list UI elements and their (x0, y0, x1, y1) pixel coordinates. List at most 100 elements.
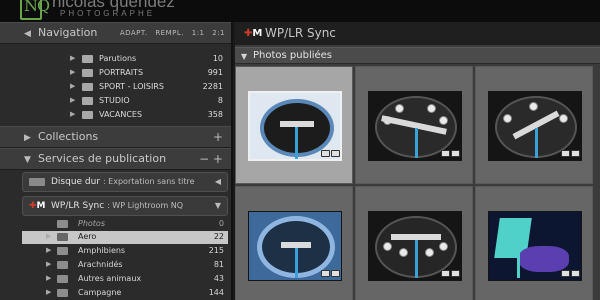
published-photos-header[interactable]: ▼ Photos publiées (235, 47, 600, 64)
service-wplr-name: WP/LR Sync (51, 201, 105, 211)
photo-cell[interactable] (475, 66, 593, 184)
folder-name: VACANCES (99, 110, 143, 119)
collection-icon (57, 275, 68, 283)
photo-cell[interactable] (355, 66, 473, 184)
service-wplr-subtitle: : WP Lightroom NQ (107, 201, 184, 210)
collection-count: 144 (208, 288, 224, 297)
photo-badges (320, 142, 340, 161)
service-disk-subtitle: : Exportation sans titre (102, 177, 195, 186)
main-panel: ✚M WP/LR Sync ▼ Photos publiées (235, 22, 600, 300)
published-collection[interactable]: ▶ Autres animaux 43 (22, 273, 228, 286)
navigation-header[interactable]: ◀ Navigation ADAPT. REMPL. 1:1 2:1 (0, 22, 231, 44)
comment-badge-icon (321, 270, 330, 277)
navigation-title: Navigation (38, 26, 98, 39)
published-collection[interactable]: ▶ Arachnidés 81 (22, 259, 228, 272)
photo-badges (440, 142, 460, 161)
expand-triangle-icon[interactable]: ▶ (70, 110, 75, 118)
service-disk[interactable]: Disque dur : Exportation sans titre ◀ (22, 172, 228, 192)
photo-cell[interactable] (235, 66, 353, 184)
folder-count: 358 (207, 110, 223, 119)
menu-triangle-icon[interactable]: ◀ (215, 177, 221, 186)
brand-logo-letters: NQ (24, 0, 50, 15)
collapse-triangle-icon[interactable]: ▼ (241, 52, 247, 61)
service-disk-label: Disque dur : Exportation sans titre (51, 177, 195, 187)
folder-row[interactable]: ▶ PORTRAITS 991 (0, 66, 231, 80)
collection-name: Aero (78, 232, 97, 241)
folder-icon (82, 83, 93, 91)
zoom-mode-rempl[interactable]: REMPL. (155, 29, 184, 37)
expand-triangle-icon[interactable]: ▶ (46, 246, 51, 254)
collection-count: 81 (213, 260, 224, 269)
folder-count: 10 (212, 54, 223, 63)
expand-triangle-icon[interactable]: ▶ (46, 274, 51, 282)
publish-services-title: Services de publication (38, 152, 167, 165)
add-collection-button[interactable]: + (213, 130, 223, 144)
published-collection[interactable]: ▶ Amphibiens 215 (22, 245, 228, 258)
folder-row[interactable]: ▶ Parutions 10 (0, 52, 231, 66)
published-badge-icon (451, 270, 460, 277)
published-badge-icon (571, 150, 580, 157)
photo-cell[interactable] (355, 186, 473, 300)
expand-triangle-icon[interactable]: ▼ (24, 155, 31, 165)
published-badge-icon (331, 270, 340, 277)
expand-triangle-icon[interactable]: ▶ (70, 68, 75, 76)
folder-icon (82, 97, 93, 105)
publish-services-controls[interactable]: − + (199, 152, 223, 166)
collection-name: Arachnidés (78, 260, 123, 269)
folder-icon (82, 55, 93, 63)
published-collection-selected[interactable]: ▶ Aero 22 (22, 231, 228, 244)
collection-count: 43 (213, 274, 224, 283)
collection-count: 215 (208, 246, 224, 255)
publish-services-header[interactable]: ▼ Services de publication − + (0, 148, 231, 170)
collection-name: Photos (78, 219, 105, 228)
published-collection[interactable]: Photos 0 (22, 218, 228, 231)
comment-badge-icon (321, 150, 330, 157)
folder-row[interactable]: ▶ SPORT - LOISIRS 2281 (0, 80, 231, 94)
collection-name: Autres animaux (78, 274, 142, 283)
brand-tagline: PHOTOGRAPHE (60, 9, 156, 18)
collapse-triangle-icon[interactable]: ◀ (24, 29, 31, 39)
zoom-mode-2-1[interactable]: 2:1 (212, 29, 225, 37)
photo-cell[interactable] (475, 186, 593, 300)
comment-badge-icon (441, 270, 450, 277)
collections-header[interactable]: ▶ Collections + (0, 126, 231, 148)
photo-cell[interactable] (235, 186, 353, 300)
collection-count: 22 (213, 232, 224, 241)
collection-name: Campagne (78, 288, 122, 297)
published-badge-icon (331, 150, 340, 157)
expand-triangle-icon[interactable]: ▶ (46, 232, 51, 240)
collection-icon (57, 220, 68, 228)
folder-row[interactable]: ▶ STUDIO 8 (0, 94, 231, 108)
folder-row[interactable]: ▶ VACANCES 358 (0, 108, 231, 122)
folder-name: PORTRAITS (99, 68, 144, 77)
brand-bar: NQ nicolas quéndez PHOTOGRAPHE (0, 0, 600, 22)
collection-name: Amphibiens (78, 246, 126, 255)
folder-name: Parutions (99, 54, 137, 63)
folder-count: 8 (217, 96, 223, 105)
collection-count: 0 (218, 219, 224, 228)
navigator-zoom-modes: ADAPT. REMPL. 1:1 2:1 (115, 29, 225, 37)
folder-icon (82, 69, 93, 77)
collapse-triangle-icon[interactable]: ▶ (24, 133, 31, 143)
menu-triangle-icon[interactable]: ▼ (215, 201, 221, 210)
published-collection[interactable]: ▶ Campagne 144 (22, 287, 228, 300)
photo-badges (560, 142, 580, 161)
zoom-mode-1-1[interactable]: 1:1 (192, 29, 205, 37)
comment-badge-icon (561, 270, 570, 277)
service-wplr[interactable]: ✚M WP/LR Sync : WP Lightroom NQ ▼ (22, 196, 228, 216)
collection-icon (57, 233, 68, 241)
wplr-sync-icon: ✚M (29, 201, 46, 211)
expand-triangle-icon[interactable]: ▶ (46, 288, 51, 296)
published-badge-icon (451, 150, 460, 157)
folder-icon (82, 111, 93, 119)
collection-icon (57, 247, 68, 255)
photo-badges (440, 262, 460, 281)
folder-count: 991 (207, 68, 223, 77)
expand-triangle-icon[interactable]: ▶ (70, 54, 75, 62)
zoom-mode-adapt[interactable]: ADAPT. (120, 29, 148, 37)
expand-triangle-icon[interactable]: ▶ (70, 96, 75, 104)
comment-badge-icon (441, 150, 450, 157)
expand-triangle-icon[interactable]: ▶ (70, 82, 75, 90)
collection-icon (57, 261, 68, 269)
expand-triangle-icon[interactable]: ▶ (46, 260, 51, 268)
